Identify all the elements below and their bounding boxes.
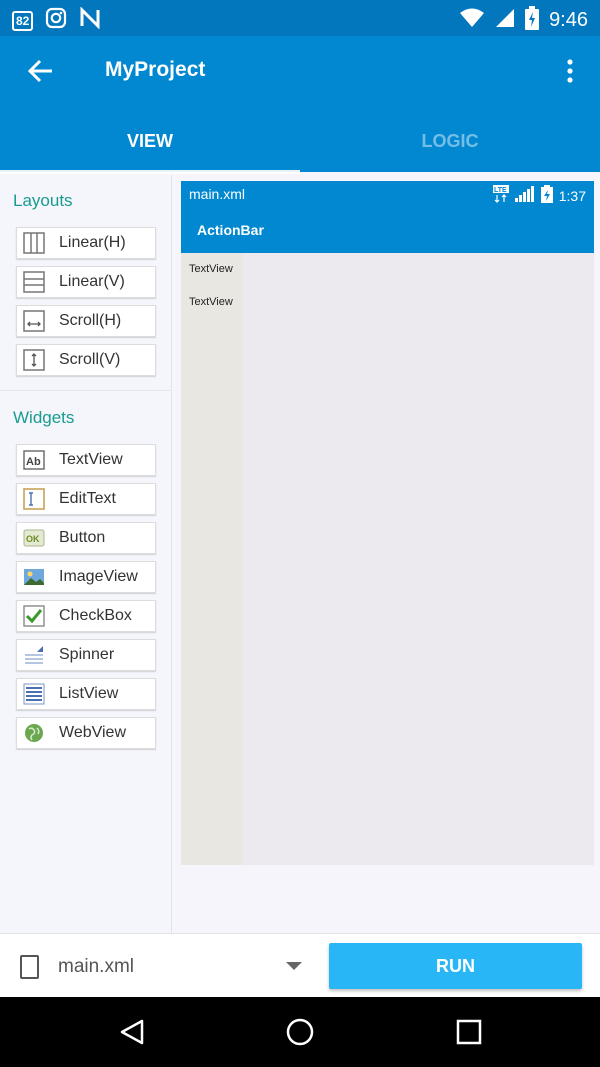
lte-icon: LTE — [492, 185, 509, 206]
app-bar: MyProject VIEW LOGIC — [0, 36, 600, 174]
status-bar: 82 9:46 — [0, 0, 600, 36]
scroll-h-icon — [22, 309, 46, 333]
signal-icon — [495, 7, 515, 34]
bottom-bar: main.xml RUN — [0, 933, 600, 997]
wifi-icon — [459, 7, 485, 34]
palette-item-label: ImageView — [59, 568, 138, 585]
palette-item-scroll-v[interactable]: Scroll(V) — [16, 344, 156, 376]
run-button[interactable]: RUN — [329, 943, 582, 989]
palette-item-checkbox[interactable]: CheckBox — [16, 600, 156, 632]
palette-item-label: Linear(H) — [59, 234, 126, 251]
palette-item-edittext[interactable]: EditText — [16, 483, 156, 515]
preview-time: 1:37 — [558, 187, 586, 204]
button-icon: OK — [22, 526, 46, 550]
status-time: 9:46 — [549, 9, 588, 31]
edittext-icon — [22, 487, 46, 511]
widgets-section-title: Widgets — [13, 408, 75, 427]
linear-h-icon — [22, 231, 46, 255]
preview-actionbar[interactable]: ActionBar — [181, 207, 594, 253]
webview-icon — [22, 721, 46, 745]
nav-recents-icon — [456, 1019, 482, 1045]
palette-item-label: Spinner — [59, 646, 115, 663]
n-icon — [79, 6, 101, 34]
linear-v-icon — [22, 270, 46, 294]
palette-item-linear-h[interactable]: Linear(H) — [16, 227, 156, 259]
battery-charging-icon — [525, 6, 540, 35]
palette-item-listview[interactable]: ListView — [16, 678, 156, 710]
palette-item-label: Linear(V) — [59, 273, 125, 290]
palette-item-imageview[interactable]: ImageView — [16, 561, 156, 593]
layout-preview[interactable]: main.xml LTE 1:37 ActionBar TextView Tex… — [181, 181, 594, 865]
palette-item-label: CheckBox — [59, 607, 132, 624]
dropdown-arrow-icon[interactable] — [286, 962, 302, 970]
palette-item-button[interactable]: OK Button — [16, 522, 156, 554]
tab-view[interactable]: VIEW — [0, 122, 300, 172]
preview-file-name: main.xml — [189, 186, 246, 202]
tab-bar: VIEW LOGIC — [0, 122, 600, 172]
palette-item-scroll-h[interactable]: Scroll(H) — [16, 305, 156, 337]
preview-linear-column[interactable] — [181, 253, 243, 865]
scroll-v-icon — [22, 348, 46, 372]
palette-item-label: Scroll(V) — [59, 351, 121, 368]
widget-palette: Layouts Linear(H) Linear(V) Scroll(H) Sc… — [0, 175, 172, 933]
preview-actionbar-title: ActionBar — [197, 222, 264, 238]
preview-textview-2[interactable]: TextView — [189, 296, 233, 308]
preview-textview-1[interactable]: TextView — [189, 263, 233, 275]
nav-home-icon — [286, 1018, 314, 1046]
instagram-icon — [45, 7, 67, 34]
palette-item-spinner[interactable]: Spinner — [16, 639, 156, 671]
svg-text:Ab: Ab — [26, 456, 41, 468]
svg-text:OK: OK — [26, 534, 40, 544]
back-button[interactable] — [24, 56, 58, 86]
file-icon — [20, 955, 39, 979]
arrow-left-icon — [28, 59, 52, 83]
listview-icon — [22, 682, 46, 706]
palette-item-textview[interactable]: Ab TextView — [16, 444, 156, 476]
palette-item-label: WebView — [59, 724, 126, 741]
palette-item-label: ListView — [59, 685, 119, 702]
palette-item-label: Button — [59, 529, 106, 546]
svg-text:LTE: LTE — [494, 187, 507, 194]
preview-status-bar: main.xml LTE 1:37 — [181, 181, 594, 207]
nav-back-icon — [120, 1019, 144, 1045]
tab-logic[interactable]: LOGIC — [300, 122, 600, 172]
palette-item-label: TextView — [59, 451, 123, 468]
imageview-icon — [22, 565, 46, 589]
more-vert-icon — [567, 59, 573, 83]
palette-divider — [0, 390, 172, 391]
nav-back-button[interactable] — [115, 1015, 149, 1049]
palette-item-webview[interactable]: WebView — [16, 717, 156, 749]
nav-recents-button[interactable] — [452, 1015, 486, 1049]
textview-icon: Ab — [22, 448, 46, 472]
palette-item-label: EditText — [59, 490, 116, 507]
palette-item-label: Scroll(H) — [59, 312, 122, 329]
system-nav-bar — [0, 997, 600, 1067]
preview-battery-icon — [540, 185, 553, 206]
layouts-section-title: Layouts — [13, 191, 73, 210]
tab-indicator — [0, 170, 300, 174]
spinner-icon — [22, 643, 46, 667]
battery-badge-icon: 82 — [12, 10, 34, 31]
palette-item-linear-v[interactable]: Linear(V) — [16, 266, 156, 298]
nav-home-button[interactable] — [283, 1015, 317, 1049]
page-title: MyProject — [105, 58, 206, 81]
checkbox-icon — [22, 604, 46, 628]
preview-signal-icon — [514, 186, 535, 205]
file-select[interactable]: main.xml — [58, 956, 134, 978]
overflow-menu-button[interactable] — [558, 56, 582, 86]
